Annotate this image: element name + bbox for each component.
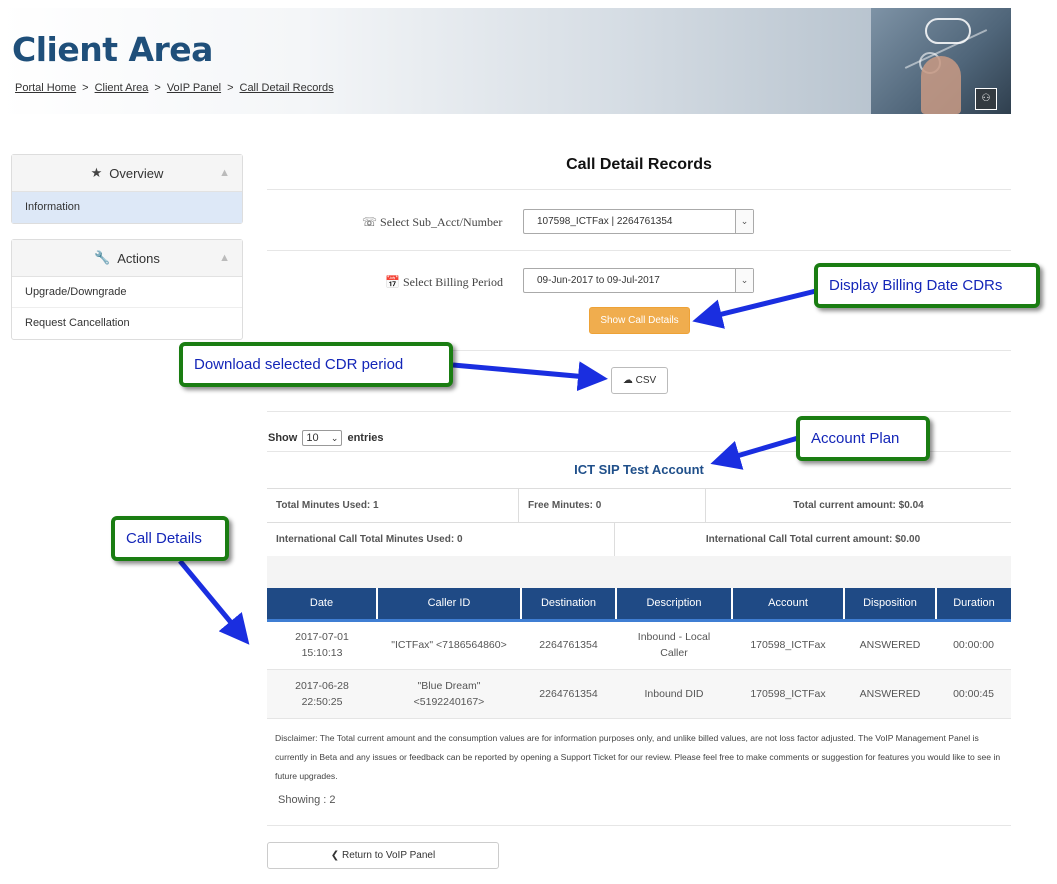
divider: [267, 189, 1011, 190]
overview-title: Overview: [109, 165, 164, 181]
sidebar-actions-panel: 🔧 Actions ▲ Upgrade/Downgrade Request Ca…: [11, 239, 243, 340]
breadcrumb: Portal Home > Client Area > VoIP Panel > Call …: [15, 82, 334, 94]
wrench-icon: 🔧: [94, 250, 111, 265]
arrow-download: [452, 361, 608, 392]
col-disposition[interactable]: Disposition: [844, 588, 937, 622]
total-current-amount: Total current amount: $0.04: [793, 500, 924, 511]
cloud-download-icon: ☁: [622, 375, 633, 386]
sub-acct-label: ☏ Select Sub_Acct/Number: [362, 215, 503, 229]
cell-destination: 2264761354: [521, 620, 616, 670]
chevron-up-icon[interactable]: ▲: [219, 252, 230, 264]
sub-acct-select[interactable]: 107598_ICTFax | 2264761354 ⌄: [523, 209, 754, 234]
cell-disposition: ANSWERED: [844, 669, 936, 719]
entries-select[interactable]: 10 ⌄: [302, 430, 343, 446]
table-row: 2017-06-28 22:50:25 "Blue Dream" <51922401…: [267, 669, 1011, 719]
arrow-plan: [710, 435, 799, 470]
disclaimer-text: Disclaimer: The Total current amount and…: [275, 733, 1001, 781]
entries-length-control: Show 10 ⌄ entries: [268, 430, 384, 446]
billing-period-select[interactable]: 09-Jun-2017 to 09-Jul-2017 ⌄: [523, 268, 754, 293]
actions-panel-header[interactable]: 🔧 Actions ▲: [12, 240, 242, 277]
free-minutes: Free Minutes: 0: [519, 489, 706, 522]
sidebar-item-information[interactable]: Information: [12, 192, 242, 223]
divider: [267, 250, 1011, 251]
overview-panel-header[interactable]: ★ Overview ▲: [12, 155, 242, 192]
table-header-row: Date Caller ID Destination Description A…: [267, 588, 1011, 622]
voicemail-icon: ⚇: [975, 88, 997, 110]
cell-destination: 2264761354: [521, 669, 616, 719]
breadcrumb-portal-home[interactable]: Portal Home: [15, 82, 76, 94]
divider: [267, 825, 1011, 826]
col-description[interactable]: Description: [616, 588, 733, 622]
return-to-voip-panel-button[interactable]: ❮ Return to VoIP Panel: [267, 842, 499, 869]
breadcrumb-client-area[interactable]: Client Area: [95, 82, 149, 94]
account-plan-name: ICT SIP Test Account: [574, 462, 704, 477]
callout-billing: Display Billing Date CDRs: [814, 263, 1040, 308]
col-duration[interactable]: Duration: [936, 588, 1011, 622]
star-icon: ★: [90, 165, 103, 180]
page-title: Client Area: [12, 30, 213, 69]
intl-current-amount: International Call Total current amount:…: [705, 534, 921, 545]
chevron-down-icon: ⌄: [735, 269, 753, 292]
banner-image: ⚇: [871, 8, 1011, 114]
chevron-down-icon: ⌄: [735, 210, 753, 233]
sidebar-item-request-cancellation[interactable]: Request Cancellation: [12, 308, 242, 339]
table-row: 2017-07-01 15:10:13 "ICTFax" <7186564860>…: [267, 620, 1011, 670]
cdr-title: Call Detail Records: [566, 156, 712, 173]
col-date[interactable]: Date: [267, 588, 378, 622]
cell-duration: 00:00:00: [936, 620, 1011, 670]
arrow-circle-left-icon: ❮: [330, 850, 340, 861]
intl-minutes-used: International Call Total Minutes Used: 0: [267, 523, 615, 556]
cell-description: Inbound - Local Caller: [616, 620, 732, 670]
actions-title: Actions: [117, 250, 160, 266]
callout-download: Download selected CDR period: [179, 342, 453, 387]
divider: [267, 411, 1011, 412]
callout-details: Call Details: [111, 516, 229, 561]
cell-date: 2017-07-01 15:10:13: [267, 620, 377, 670]
cell-date: 2017-06-28 22:50:25: [267, 669, 377, 719]
calendar-icon: 📅: [385, 275, 400, 289]
cell-caller-id: "ICTFax" <7186564860>: [377, 620, 521, 670]
csv-download-button[interactable]: ☁ CSV: [611, 367, 668, 394]
cell-account: 170598_ICTFax: [732, 620, 844, 670]
cell-disposition: ANSWERED: [844, 620, 936, 670]
col-caller-id[interactable]: Caller ID: [377, 588, 522, 622]
col-destination[interactable]: Destination: [521, 588, 617, 622]
usage-summary: Total Minutes Used: 1 Free Minutes: 0 To…: [267, 488, 1011, 557]
total-minutes-used: Total Minutes Used: 1: [267, 489, 519, 522]
cell-caller-id: "Blue Dream" <5192240167>: [377, 669, 521, 719]
cell-account: 170598_ICTFax: [732, 669, 844, 719]
phone-icon: ☏: [362, 215, 378, 229]
sidebar-overview-panel: ★ Overview ▲ Information: [11, 154, 243, 224]
billing-period-label: 📅 Select Billing Period: [385, 275, 503, 289]
show-call-details-button[interactable]: Show Call Details: [589, 307, 690, 334]
sidebar-item-upgrade-downgrade[interactable]: Upgrade/Downgrade: [12, 277, 242, 308]
cdr-table: Date Caller ID Destination Description A…: [267, 588, 1011, 719]
hand-image: [921, 56, 961, 114]
cell-description: Inbound DID: [616, 669, 732, 719]
cell-duration: 00:00:45: [936, 669, 1011, 719]
table-spacer: [267, 556, 1011, 588]
showing-count: Showing : 2: [278, 794, 336, 806]
col-account[interactable]: Account: [732, 588, 845, 622]
callout-plan: Account Plan: [796, 416, 930, 461]
breadcrumb-voip-panel[interactable]: VoIP Panel: [167, 82, 221, 94]
breadcrumb-call-detail-records[interactable]: Call Detail Records: [240, 82, 334, 94]
arrow-details: [178, 559, 250, 645]
arrow-billing: [692, 287, 821, 329]
chevron-down-icon: ⌄: [330, 433, 339, 443]
chevron-up-icon[interactable]: ▲: [219, 167, 230, 179]
